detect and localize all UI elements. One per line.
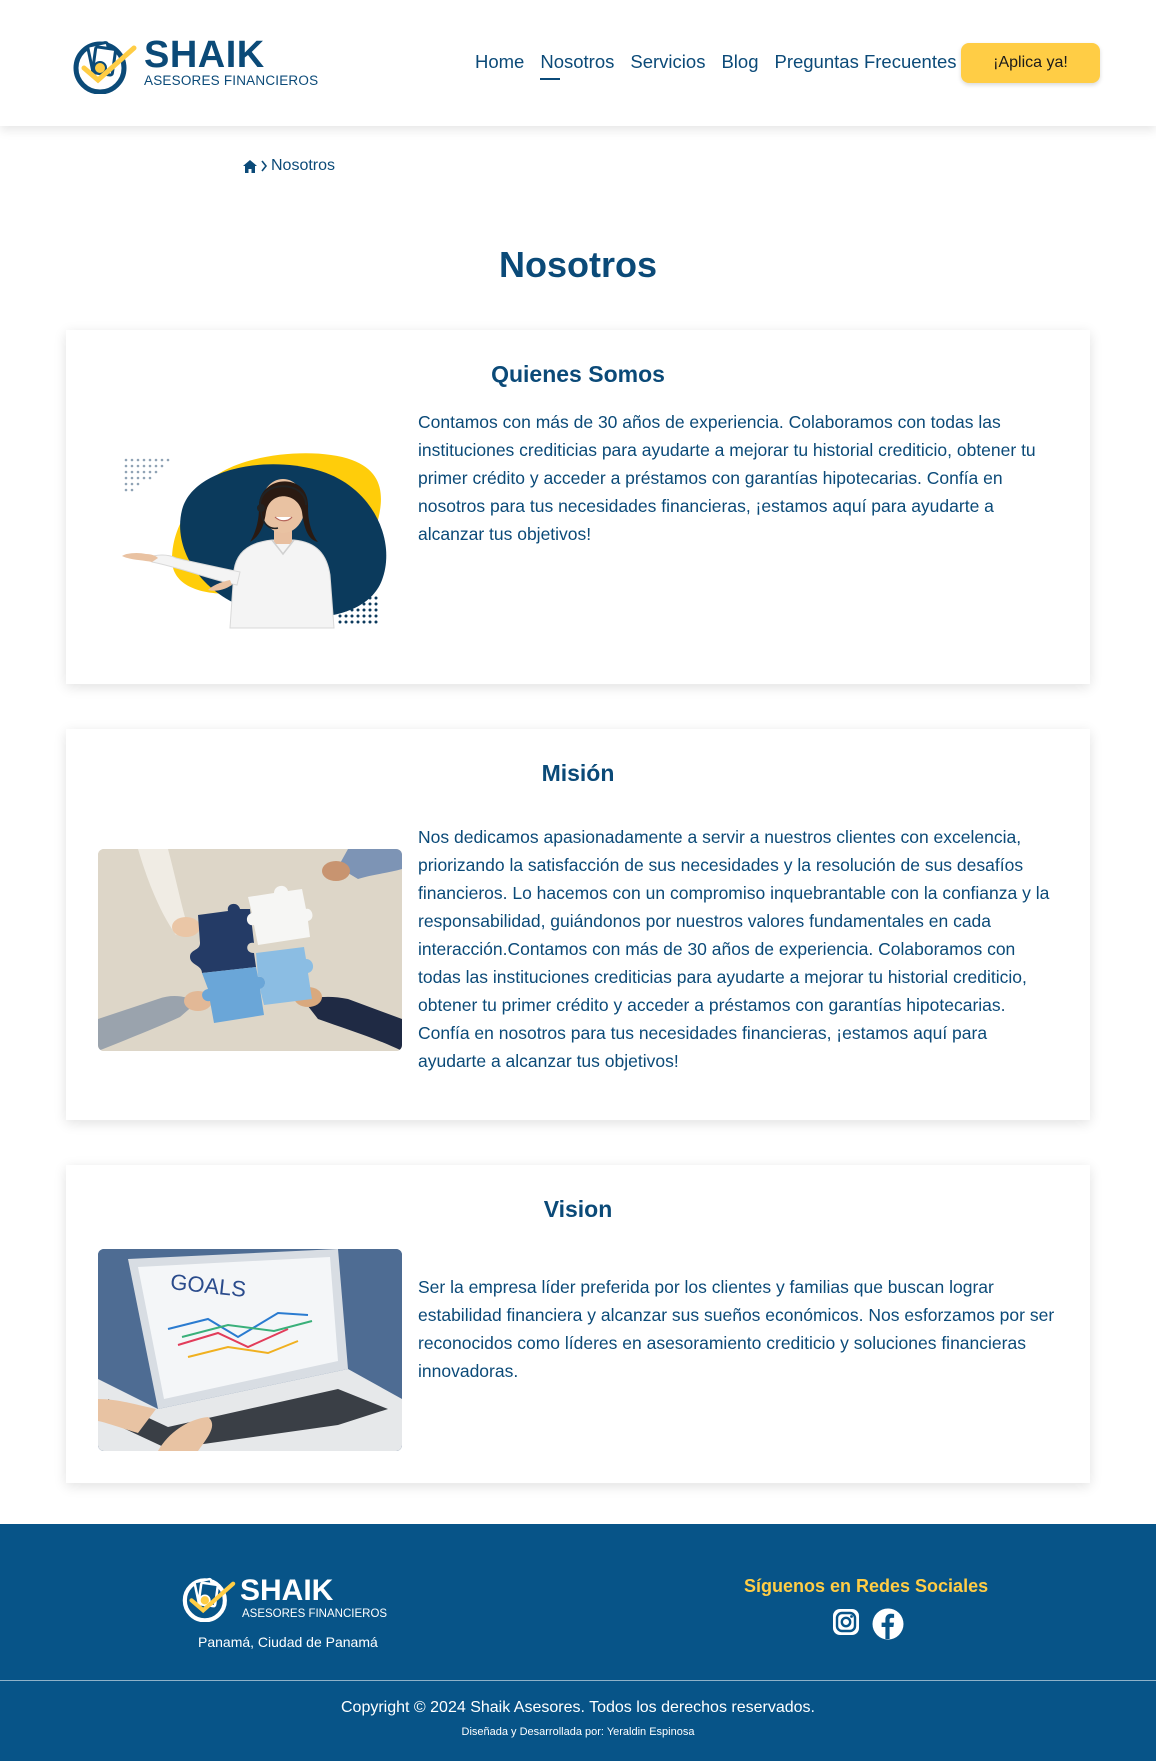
quienes-somos-title: Quienes Somos (491, 361, 665, 387)
logo-name: SHAIK (144, 34, 265, 76)
nav-blog[interactable]: Blog (721, 50, 758, 74)
home-icon[interactable] (242, 159, 258, 174)
vision-title: Vision (543, 1196, 613, 1222)
logo-emblem-icon (73, 41, 137, 94)
nav-home[interactable]: Home (475, 50, 524, 74)
footer-logo-subtitle: ASESORES FINANCIEROS (242, 1608, 388, 1620)
nav-servicios[interactable]: Servicios (630, 50, 705, 74)
credit-text: Diseñada y Desarrollada por: Yeraldin Es… (461, 1726, 695, 1738)
footer-logo-emblem-icon (182, 1577, 236, 1622)
mision-title: Misión (541, 760, 615, 786)
footer-location: Panamá, Ciudad de Panamá (198, 1634, 378, 1650)
breadcrumb: Nosotros (242, 157, 335, 175)
footer-divider (0, 1680, 1156, 1681)
main-nav: Home Nosotros Servicios Blog Preguntas F… (475, 50, 973, 80)
instagram-icon[interactable] (832, 1608, 860, 1636)
agent-illustration (112, 450, 412, 630)
goals-laptop-image: GOALS (98, 1249, 402, 1451)
footer-logo-name: SHAIK (240, 1574, 334, 1607)
apply-now-button[interactable]: ¡Aplica ya! (961, 43, 1100, 83)
vision-card: Vision GOALS Ser la empresa líder prefer… (66, 1165, 1090, 1483)
social-icons (832, 1608, 904, 1640)
quienes-somos-text: Contamos con más de 30 años de experienc… (418, 412, 1036, 544)
facebook-icon[interactable] (872, 1608, 904, 1640)
nav-nosotros[interactable]: Nosotros (540, 50, 614, 80)
social-title: Síguenos en Redes Sociales (744, 1576, 989, 1596)
breadcrumb-current: Nosotros (271, 157, 336, 174)
chevron-right-icon (261, 160, 268, 172)
site-header: SHAIK ASESORES FINANCIEROS Home Nosotros… (0, 0, 1156, 126)
page-title: Nosotros (498, 244, 657, 285)
copyright-text: Copyright © 2024 Shaik Asesores. Todos l… (341, 1699, 815, 1716)
mision-card: Misión Nos dedicamos apasionadamente a s… (66, 729, 1090, 1120)
quienes-somos-card: Quienes Somos Contamos con más de 30 año… (66, 330, 1090, 684)
logo-subtitle: ASESORES FINANCIEROS (144, 73, 319, 88)
nav-preguntas-frecuentes[interactable]: Preguntas Frecuentes (774, 50, 956, 74)
puzzle-image (98, 849, 402, 1051)
mision-text: Nos dedicamos apasionadamente a servir a… (418, 827, 1050, 1071)
vision-text: Ser la empresa líder preferida por los c… (418, 1277, 1055, 1381)
